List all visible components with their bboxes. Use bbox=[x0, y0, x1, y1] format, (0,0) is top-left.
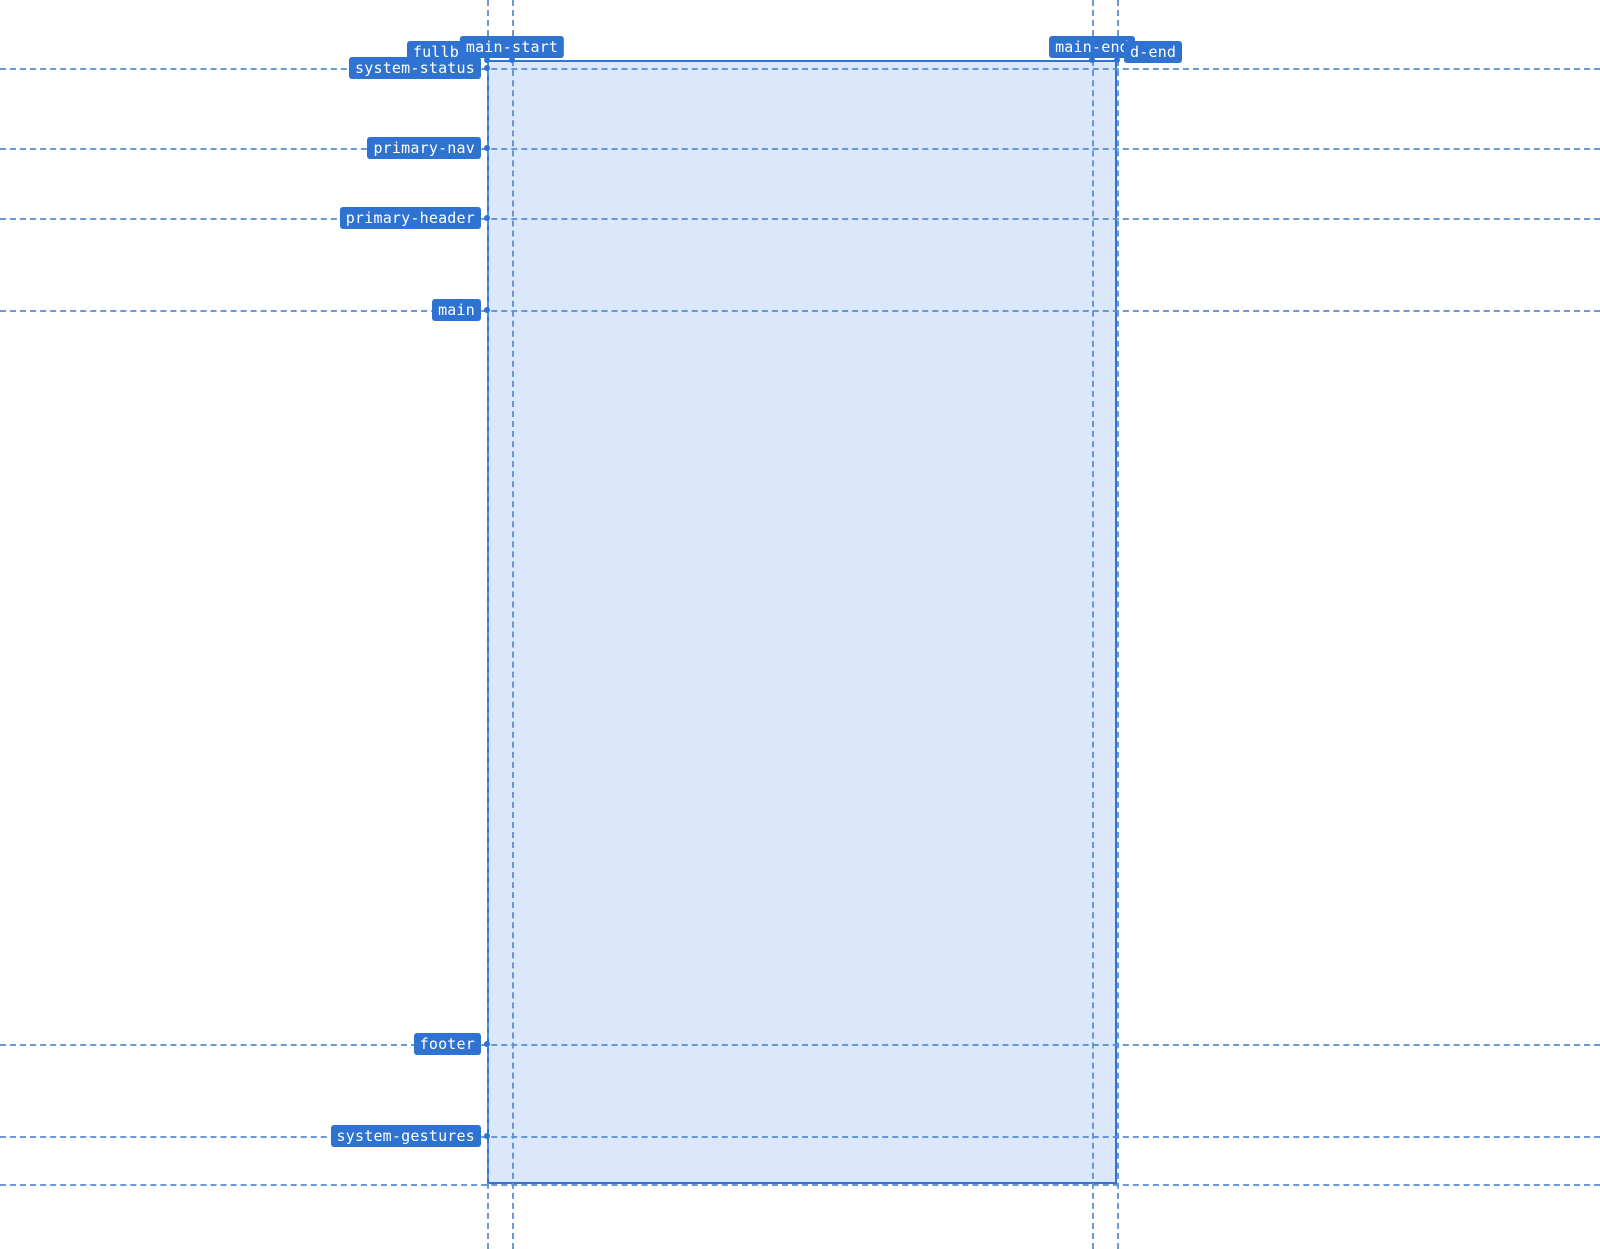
col-fullbleed-end bbox=[1117, 0, 1119, 1249]
row-system-gestures bbox=[0, 1136, 1600, 1138]
row-tick-primary-nav bbox=[484, 145, 490, 151]
row-tick-system-status bbox=[484, 65, 490, 71]
row-label-main: main bbox=[432, 299, 481, 321]
row-label-primary-header: primary-header bbox=[340, 207, 481, 229]
grid-diagram: main-start main-end fullb d-end system-s… bbox=[0, 0, 1600, 1249]
row-label-footer: footer bbox=[414, 1033, 481, 1055]
col-fullbleed-start bbox=[487, 0, 489, 1249]
row-tick-footer bbox=[484, 1041, 490, 1047]
row-footer bbox=[0, 1044, 1600, 1046]
col-main-start bbox=[512, 0, 514, 1249]
layout-frame bbox=[487, 60, 1117, 1184]
col-tick-main-start bbox=[509, 57, 515, 63]
col-tick-main-end bbox=[1089, 57, 1095, 63]
row-primary-nav bbox=[0, 148, 1600, 150]
row-tick-primary-header bbox=[484, 215, 490, 221]
col-tick-fullbleed-end bbox=[1114, 57, 1120, 63]
col-label-main-start: main-start bbox=[460, 36, 564, 58]
col-label-fullbleed-end-fragment: d-end bbox=[1124, 41, 1182, 63]
row-bottom bbox=[0, 1184, 1600, 1186]
row-tick-system-gestures bbox=[484, 1133, 490, 1139]
col-label-main-end: main-end bbox=[1049, 36, 1135, 58]
row-label-primary-nav: primary-nav bbox=[367, 137, 481, 159]
row-primary-header bbox=[0, 218, 1600, 220]
row-main bbox=[0, 310, 1600, 312]
col-main-end bbox=[1092, 0, 1094, 1249]
row-label-system-gestures: system-gestures bbox=[331, 1125, 481, 1147]
col-tick-fullbleed-start bbox=[484, 57, 490, 63]
row-system-status bbox=[0, 68, 1600, 70]
row-label-system-status: system-status bbox=[349, 57, 481, 79]
row-tick-main bbox=[484, 307, 490, 313]
